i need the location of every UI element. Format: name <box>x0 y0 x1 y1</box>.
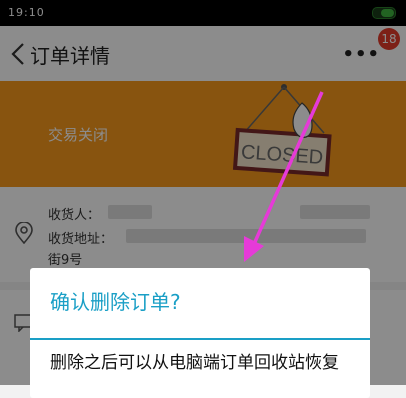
dialog-message: 删除之后可以从电脑端订单回收站恢复 <box>50 353 339 373</box>
dialog-title: 确认删除订单? <box>50 290 181 314</box>
delete-order-dialog: 确认删除订单? 删除之后可以从电脑端订单回收站恢复 <box>30 268 370 398</box>
dialog-divider <box>30 338 370 340</box>
